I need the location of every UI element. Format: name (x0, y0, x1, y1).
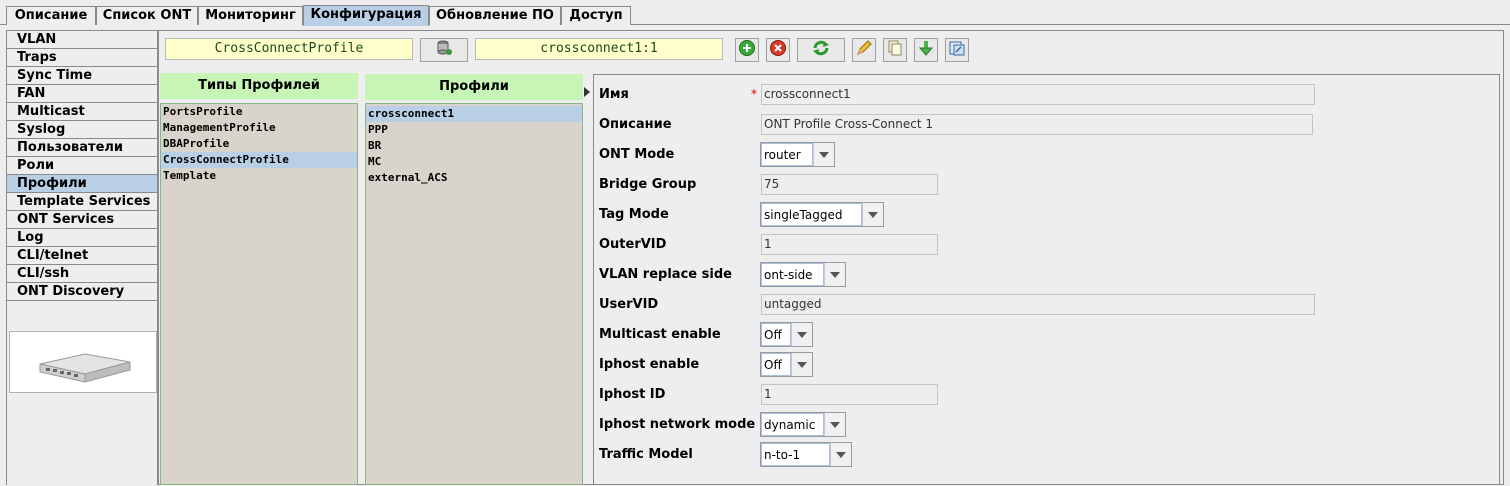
list-item-crossconnect-profile[interactable]: CrossConnectProfile (161, 152, 357, 168)
iphost-network-mode-label: Iphost network mode (599, 417, 756, 432)
copy-icon (886, 39, 904, 61)
profile-name-field: crossconnect1:1 (475, 38, 723, 60)
tab-description[interactable]: Описание (6, 6, 96, 25)
sidebar-item-vlan[interactable]: VLAN (7, 31, 157, 49)
tab-access[interactable]: Доступ (561, 6, 631, 25)
delete-icon (769, 39, 787, 61)
iphost-network-mode-value: dynamic (761, 413, 824, 436)
db-icon (435, 39, 453, 61)
tab-configuration[interactable]: Конфигурация (303, 5, 429, 26)
chevron-down-icon (830, 443, 851, 466)
add-icon (738, 39, 756, 61)
traffic-model-select[interactable]: n-to-1 (760, 442, 852, 467)
multicast-enable-value: Off (761, 323, 791, 346)
list-item-mc[interactable]: MC (366, 154, 582, 170)
outer-vid-label: OuterVID (599, 237, 667, 252)
sidebar-item-syslog[interactable]: Syslog (7, 121, 157, 139)
tab-firmware-update[interactable]: Обновление ПО (429, 6, 561, 25)
ont-mode-select[interactable]: router (760, 142, 835, 167)
sidebar-item-ont-services[interactable]: ONT Services (7, 211, 157, 229)
sidebar-item-roles[interactable]: Роли (7, 157, 157, 175)
add-button[interactable] (735, 38, 759, 62)
refresh-button[interactable] (797, 38, 845, 62)
edit-icon (855, 39, 873, 61)
tag-mode-value: singleTagged (761, 203, 862, 226)
list-item-external-acs[interactable]: external_ACS (366, 170, 582, 186)
sidebar-item-traps[interactable]: Traps (7, 49, 157, 67)
list-item-ports-profile[interactable]: PortsProfile (161, 104, 357, 120)
sidebar-item-multicast[interactable]: Multicast (7, 103, 157, 121)
sidebar-item-profiles[interactable]: Профили (7, 175, 157, 193)
list-item-ppp[interactable]: PPP (366, 122, 582, 138)
profiles-header: Профили (365, 74, 583, 100)
list-item-dba-profile[interactable]: DBAProfile (161, 136, 357, 152)
sidebar-item-cli-telnet[interactable]: CLI/telnet (7, 247, 157, 265)
description-field[interactable]: ONT Profile Cross-Connect 1 (761, 114, 1313, 135)
vlan-replace-side-label: VLAN replace side (599, 267, 732, 282)
iphost-enable-value: Off (761, 353, 791, 376)
tag-mode-select[interactable]: singleTagged (760, 202, 884, 227)
profile-types-header: Типы Профилей (160, 73, 358, 99)
sidebar-item-users[interactable]: Пользователи (7, 139, 157, 157)
tab-monitoring[interactable]: Мониторинг (198, 6, 303, 25)
list-item-template[interactable]: Template (161, 168, 357, 184)
edit-button[interactable] (852, 38, 876, 62)
required-marker: * (751, 87, 757, 101)
traffic-model-value: n-to-1 (761, 443, 830, 466)
traffic-model-label: Traffic Model (599, 447, 693, 462)
iphost-id-label: Iphost ID (599, 387, 666, 402)
chevron-down-icon (862, 203, 883, 226)
ont-mode-label: ONT Mode (599, 147, 675, 162)
sidebar-item-fan[interactable]: FAN (7, 85, 157, 103)
iphost-enable-label: Iphost enable (599, 357, 700, 372)
download-icon (917, 39, 935, 61)
outer-vid-field[interactable]: 1 (761, 234, 938, 255)
sidebar-item-template-services[interactable]: Template Services (7, 193, 157, 211)
device-image (9, 331, 157, 393)
download-button[interactable] (914, 38, 938, 62)
refresh-icon (811, 39, 831, 61)
profile-form: Имя * crossconnect1 Описание ONT Profile… (593, 74, 1500, 485)
chevron-down-icon (824, 413, 845, 436)
sidebar-item-cli-ssh[interactable]: CLI/ssh (7, 265, 157, 283)
iphost-enable-select[interactable]: Off (760, 352, 813, 377)
user-vid-field[interactable]: untagged (761, 294, 1315, 315)
multicast-enable-label: Multicast enable (599, 327, 721, 342)
profile-types-list: PortsProfile ManagementProfile DBAProfil… (160, 103, 358, 485)
collapse-arrow-icon[interactable] (584, 86, 590, 97)
multicast-enable-select[interactable]: Off (760, 322, 813, 347)
export-button[interactable] (945, 38, 969, 62)
profiles-list: crossconnect1 PPP BR MC external_ACS (365, 103, 583, 485)
sidebar-item-log[interactable]: Log (7, 229, 157, 247)
delete-button[interactable] (766, 38, 790, 62)
sidebar: VLAN Traps Sync Time FAN Multicast Syslo… (6, 30, 158, 486)
chevron-down-icon (824, 263, 845, 286)
chevron-down-icon (791, 323, 812, 346)
list-item-management-profile[interactable]: ManagementProfile (161, 120, 357, 136)
list-item-crossconnect1[interactable]: crossconnect1 (366, 106, 582, 122)
vlan-replace-side-value: ont-side (761, 263, 824, 286)
bridge-group-field[interactable]: 75 (761, 174, 938, 195)
user-vid-label: UserVID (599, 297, 659, 312)
sidebar-item-ont-discovery[interactable]: ONT Discovery (7, 283, 157, 301)
list-item-br[interactable]: BR (366, 138, 582, 154)
profile-type-field: CrossConnectProfile (165, 38, 413, 60)
tag-mode-label: Tag Mode (599, 207, 669, 222)
tab-ont-list[interactable]: Список ONT (96, 6, 198, 25)
sidebar-item-sync-time[interactable]: Sync Time (7, 67, 157, 85)
vlan-replace-side-select[interactable]: ont-side (760, 262, 846, 287)
chevron-down-icon (791, 353, 812, 376)
iphost-id-field[interactable]: 1 (761, 384, 938, 405)
iphost-network-mode-select[interactable]: dynamic (760, 412, 846, 437)
bridge-group-label: Bridge Group (599, 177, 697, 192)
description-label: Описание (599, 117, 672, 132)
export-icon (948, 39, 966, 61)
name-label: Имя (599, 87, 629, 102)
top-tab-bar: Описание Список ONT Мониторинг Конфигура… (0, 0, 1510, 26)
chevron-down-icon (813, 143, 834, 166)
name-field[interactable]: crossconnect1 (761, 84, 1315, 105)
db-button[interactable] (420, 38, 468, 62)
copy-button[interactable] (883, 38, 907, 62)
ont-mode-value: router (761, 143, 813, 166)
